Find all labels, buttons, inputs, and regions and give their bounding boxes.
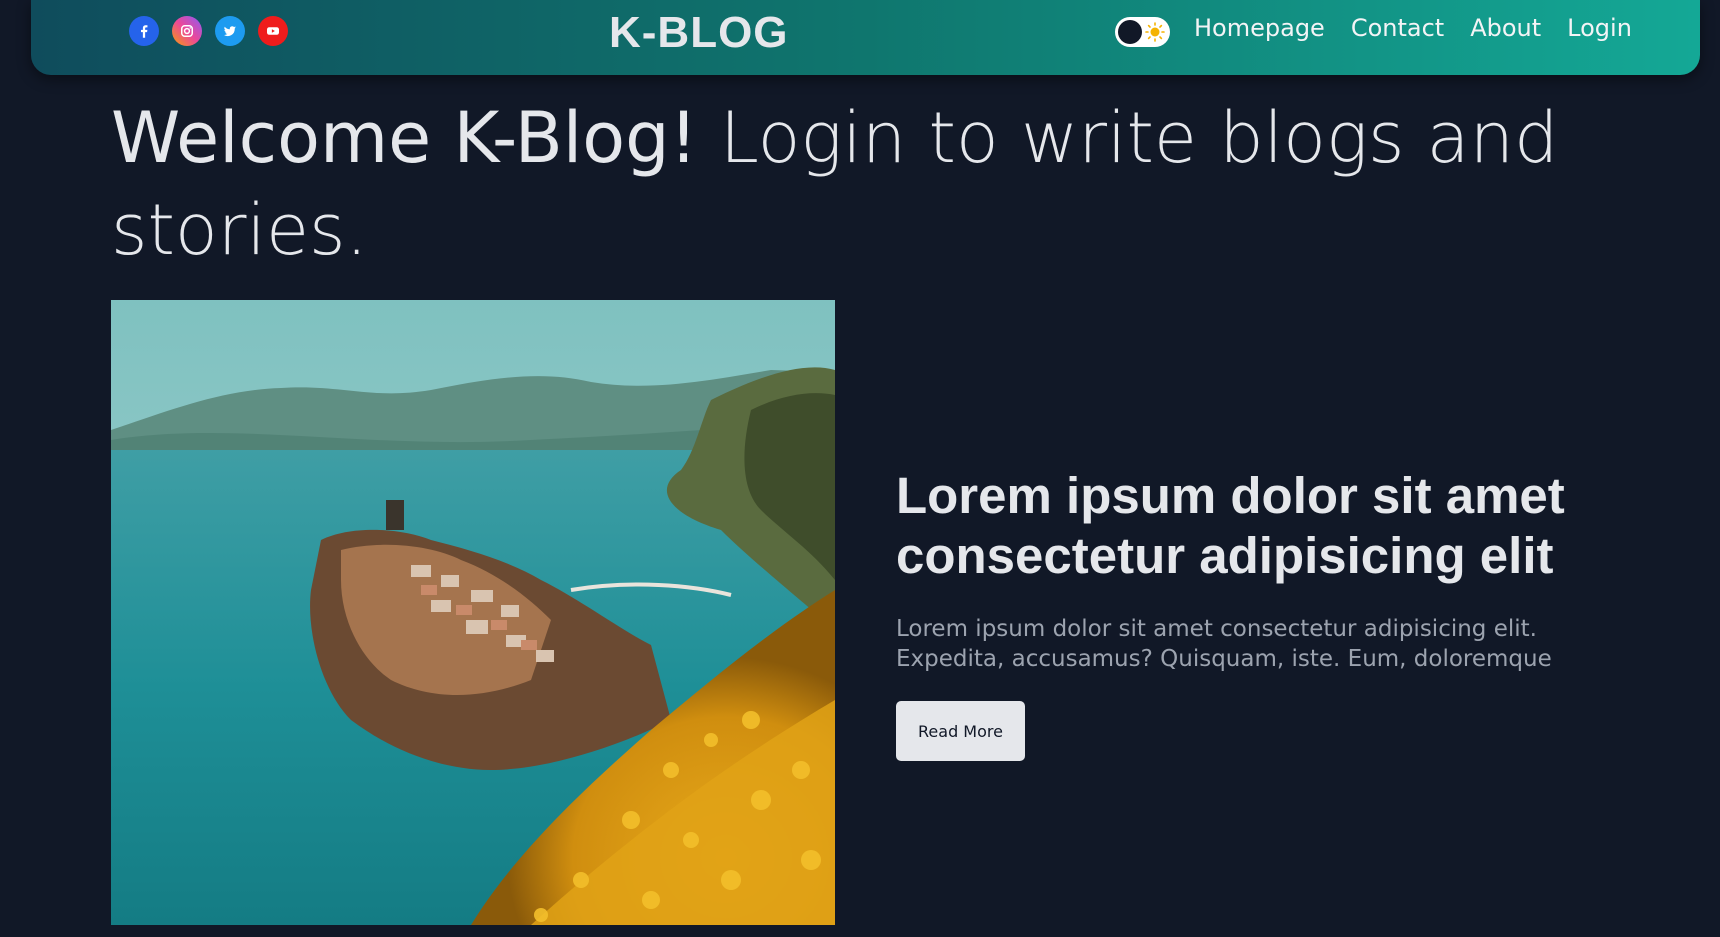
nav-contact[interactable]: Contact bbox=[1351, 14, 1444, 42]
featured-post: Lorem ipsum dolor sit amet consectetur a… bbox=[896, 466, 1616, 761]
featured-post-image bbox=[111, 300, 835, 925]
instagram-icon[interactable] bbox=[172, 16, 202, 46]
main-nav: Homepage Contact About Login bbox=[1194, 14, 1632, 42]
hero-heading-strong: Welcome K-Blog! bbox=[111, 97, 698, 179]
twitter-icon[interactable] bbox=[215, 16, 245, 46]
top-navbar: K-BLOG Homepage Contact About Login bbox=[31, 0, 1700, 75]
nav-login[interactable]: Login bbox=[1567, 14, 1632, 42]
youtube-icon[interactable] bbox=[258, 16, 288, 46]
post-excerpt: Lorem ipsum dolor sit amet consectetur a… bbox=[896, 616, 1552, 672]
nav-homepage[interactable]: Homepage bbox=[1194, 14, 1325, 42]
sun-icon bbox=[1145, 22, 1165, 42]
hero-heading: Welcome K-Blog! Login to write blogs and… bbox=[111, 92, 1611, 276]
facebook-icon[interactable] bbox=[129, 16, 159, 46]
site-logo[interactable]: K-BLOG bbox=[609, 8, 789, 58]
social-links bbox=[129, 16, 288, 46]
theme-toggle[interactable] bbox=[1115, 17, 1170, 47]
read-more-button[interactable]: Read More bbox=[896, 701, 1025, 761]
toggle-knob bbox=[1118, 20, 1142, 44]
post-title[interactable]: Lorem ipsum dolor sit amet consectetur a… bbox=[896, 466, 1616, 586]
nav-about[interactable]: About bbox=[1470, 14, 1541, 42]
